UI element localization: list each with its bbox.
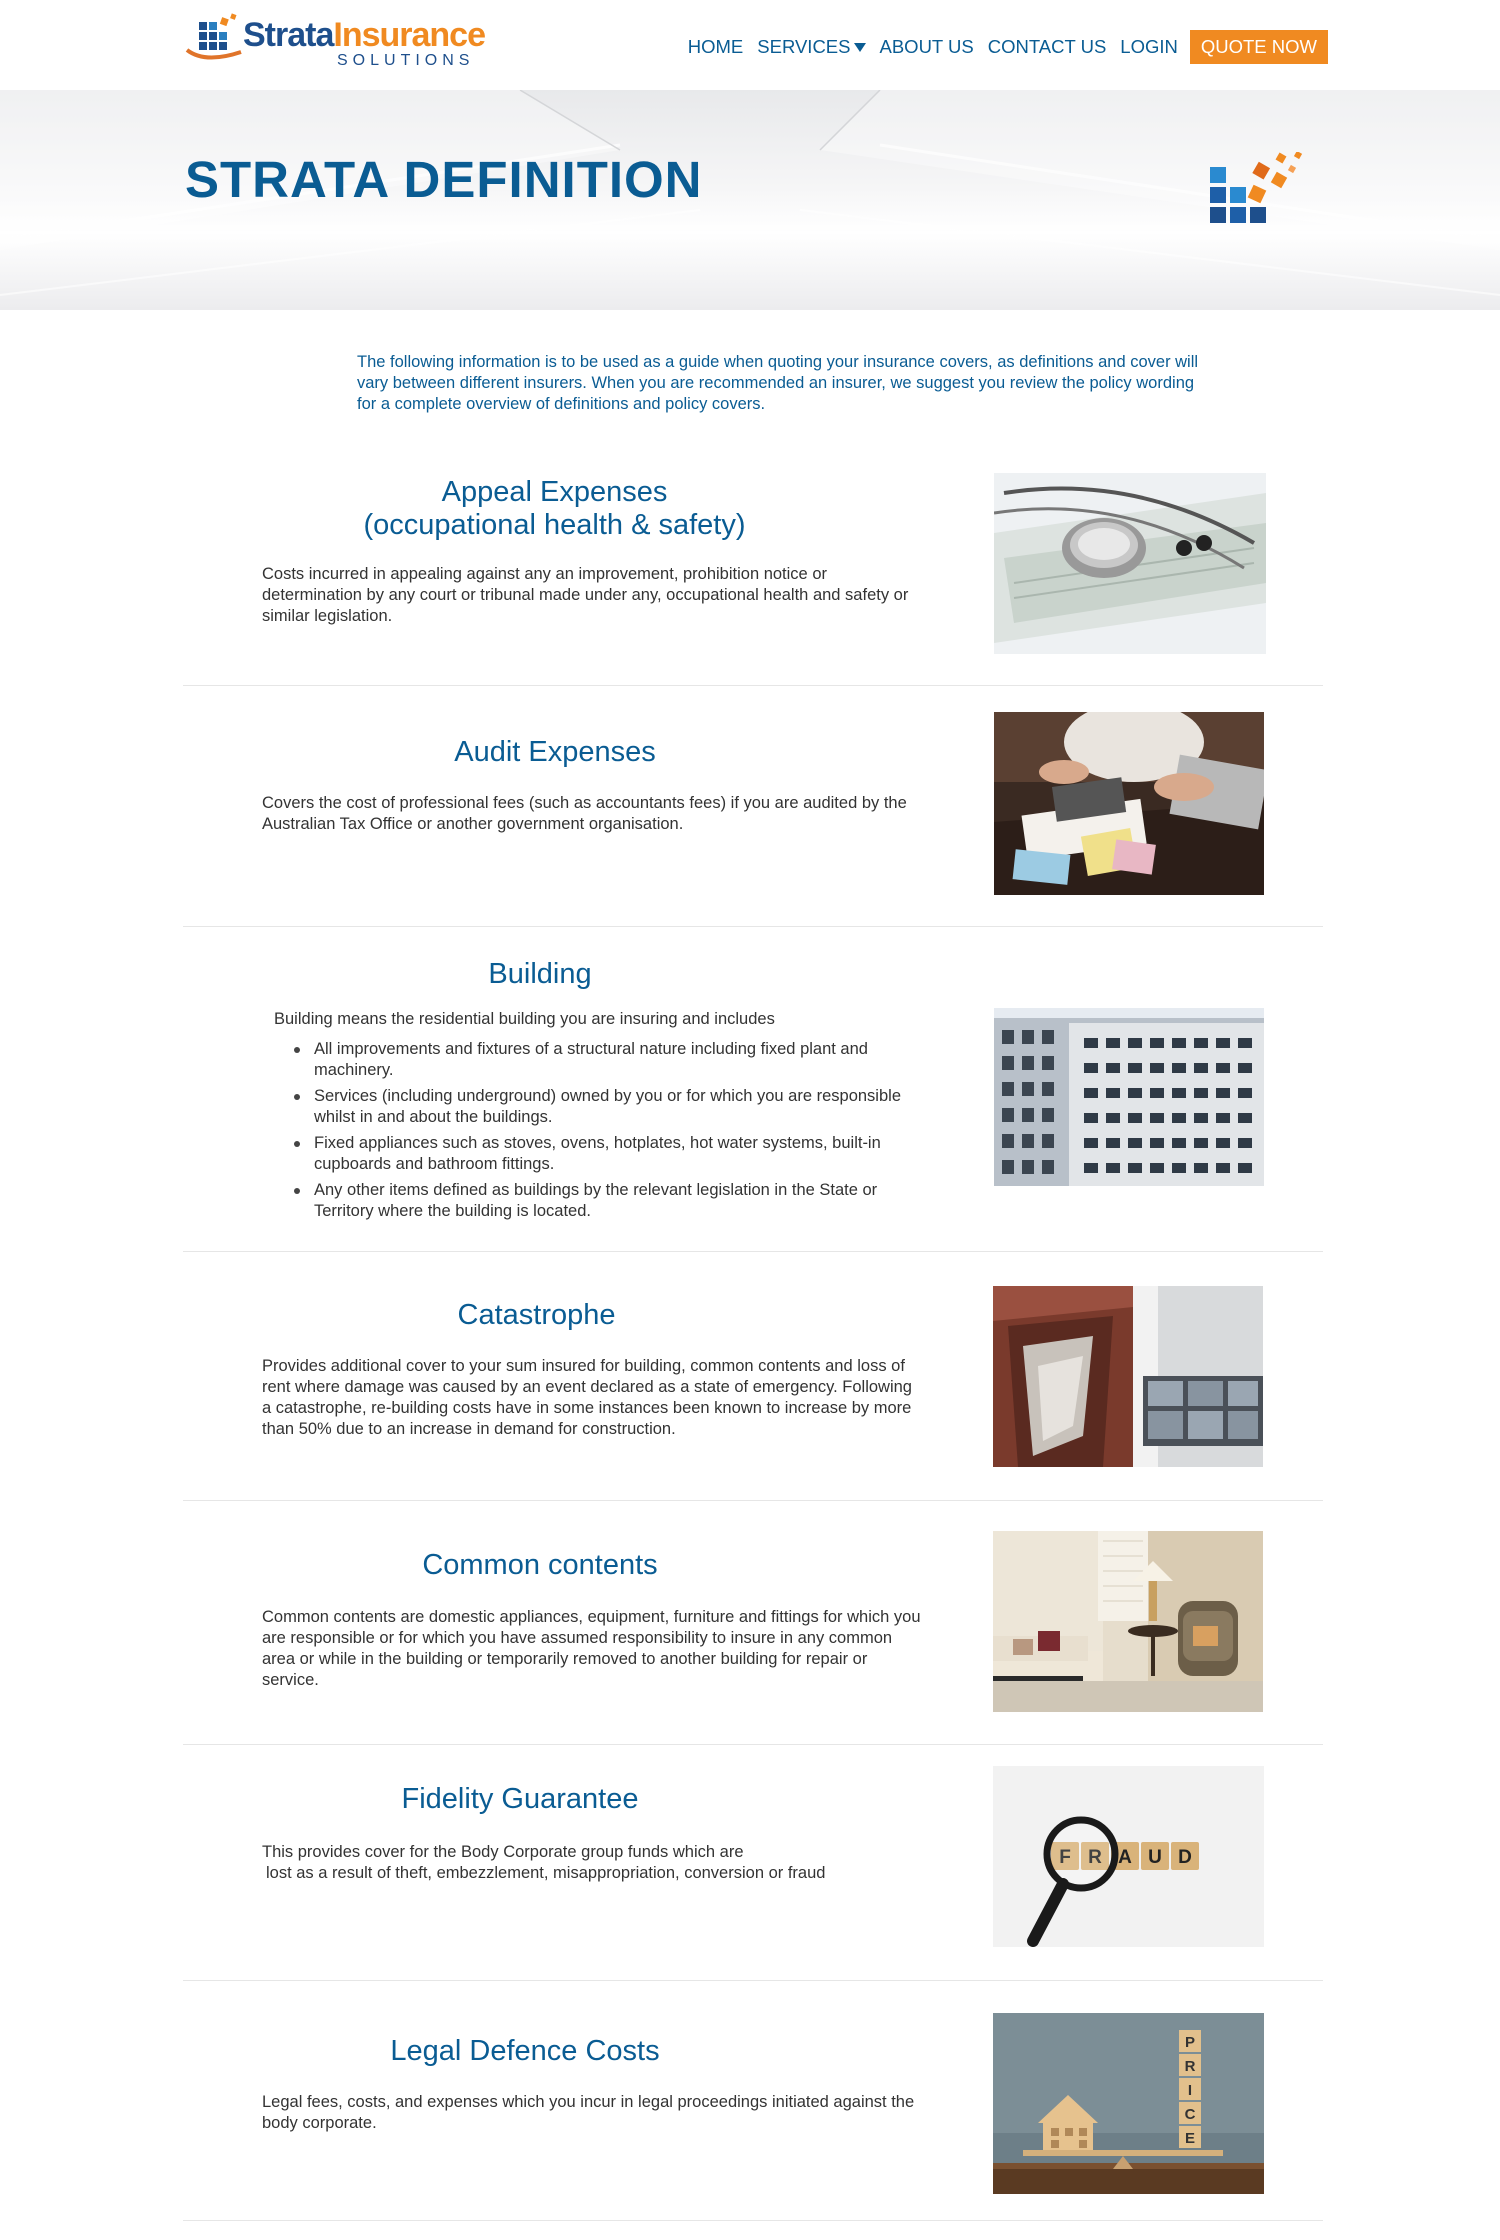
fraud-letter-4: U [1148,1847,1162,1868]
section-body-legal-defence-costs: Legal fees, costs, and expenses which yo… [262,2093,915,2132]
page-title: STRATA DEFINITION [185,151,703,208]
house-price-scale-image: P R I C E [993,2013,1264,2194]
section-title-fidelity-guarantee: Fidelity Guarantee [401,1783,639,1815]
building-intro: Building means the residential building … [274,1010,775,1028]
intro-text: The following information is to be used … [357,353,1199,413]
section-title-catastrophe: Catastrophe [457,1299,616,1331]
nav-contact[interactable]: CONTACT US [988,36,1107,58]
nav-services-label: SERVICES [757,36,851,57]
section-divider [183,1500,1323,1501]
section-title-building: Building [488,958,592,990]
fraud-magnifier-image: F R A U D [993,1766,1264,1947]
section-divider [183,1744,1323,1745]
nav-about[interactable]: ABOUT US [880,36,974,58]
section-title-line: (occupational health & safety) [363,509,746,541]
section-divider [183,1980,1323,1981]
body-line: This provides cover for the Body Corpora… [262,1843,744,1861]
section-body-appeal-expenses: Costs incurred in appealing against any … [262,565,909,625]
stethoscope-money-image [994,473,1266,654]
section-divider [183,926,1323,927]
logo-word-strata: Strata [243,16,334,54]
nav-login[interactable]: LOGIN [1120,36,1178,58]
quote-now-button[interactable]: QUOTE NOW [1189,30,1328,64]
list-item: Any other items defined as buildings by … [274,1180,914,1222]
logo-mark-icon [185,13,242,60]
price-letter-3: I [1188,2082,1192,2099]
site-logo[interactable]: StrataInsurance SOLUTIONS [185,12,495,69]
section-divider [183,2220,1323,2221]
page-banner: STRATA DEFINITION [0,90,1500,310]
section-title-common-contents: Common contents [422,1549,658,1581]
apartment-building-image [994,1008,1264,1186]
site-header: StrataInsurance SOLUTIONS HOME SERVICES … [0,0,1500,90]
fraud-letter-3: A [1118,1847,1132,1868]
section-title-appeal-expenses: Appeal Expenses (occupational health & s… [262,476,847,542]
section-title-audit-expenses: Audit Expenses [454,736,656,768]
chevron-down-icon [853,42,866,52]
building-list: All improvements and fixtures of a struc… [274,1039,914,1222]
logo-wordmark: StrataInsurance [243,16,486,55]
main-nav: HOME SERVICES ABOUT US CONTACT US LOGIN … [688,30,1328,64]
section-body-catastrophe: Provides additional cover to your sum in… [262,1357,912,1438]
accountant-desk-image [994,712,1264,895]
price-letter-4: C [1185,2106,1196,2123]
nav-home[interactable]: HOME [688,36,744,58]
section-body-common-contents: Common contents are domestic appliances,… [262,1608,921,1689]
list-item: Services (including underground) owned b… [274,1086,914,1128]
section-title-legal-defence-costs: Legal Defence Costs [390,2035,660,2067]
brand-squares-icon [1210,152,1303,223]
section-divider [183,685,1323,686]
section-divider [183,1251,1323,1252]
section-body-audit-expenses: Covers the cost of professional fees (su… [262,794,907,833]
logo-subtitle: SOLUTIONS [337,52,475,69]
living-room-image [993,1531,1263,1712]
damaged-building-image [993,1286,1263,1467]
price-letter-2: R [1185,2058,1196,2075]
section-body-building: Building means the residential building … [274,1009,914,1227]
body-line: lost as a result of theft, embezzlement,… [266,1864,826,1882]
list-item: All improvements and fixtures of a struc… [274,1039,914,1081]
list-item: Fixed appliances such as stoves, ovens, … [274,1133,914,1175]
nav-services[interactable]: SERVICES [757,36,866,58]
section-body-fidelity-guarantee: This provides cover for the Body Corpora… [262,1842,922,1884]
fraud-letter-5: D [1178,1847,1192,1868]
section-title-line: Appeal Expenses [441,476,668,508]
price-letter-5: E [1185,2130,1195,2147]
price-letter-1: P [1185,2034,1195,2051]
logo-word-insurance: Insurance [333,16,486,54]
